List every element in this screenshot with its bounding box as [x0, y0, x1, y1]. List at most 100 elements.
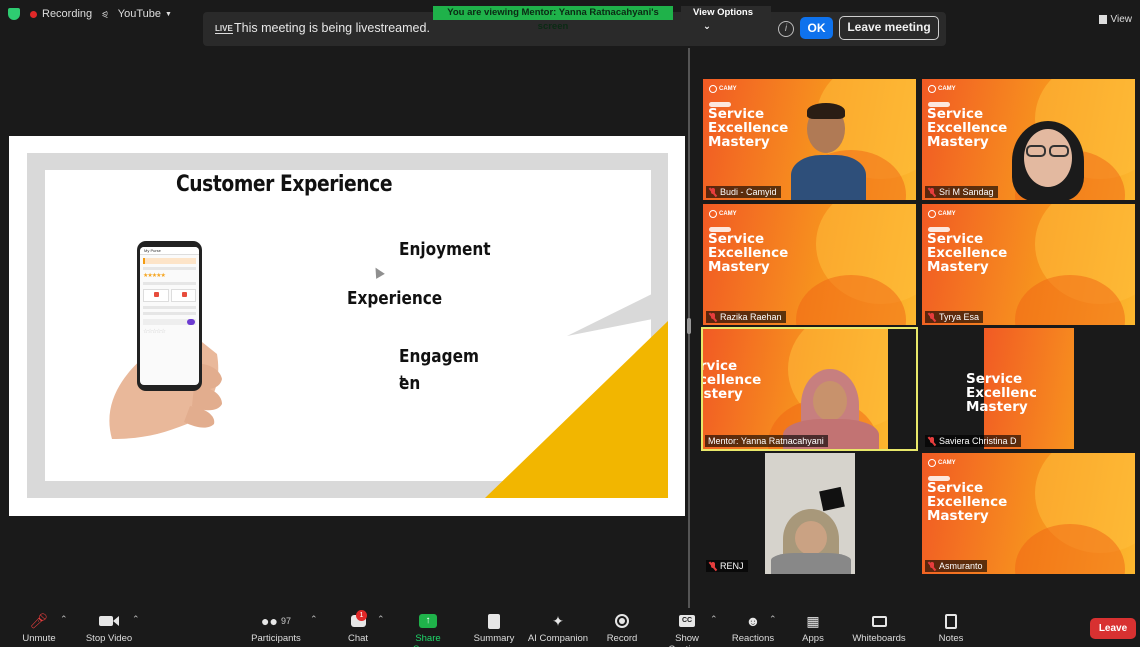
brand-label: CAMY	[938, 460, 956, 466]
video-tile[interactable]: CAMY Service Excellence Mastery Budi - C…	[703, 79, 916, 200]
camy-logo: CAMY	[709, 210, 737, 218]
notes-icon	[936, 612, 966, 630]
record-button[interactable]: Record	[605, 612, 639, 644]
share-screen-button[interactable]: ↑ Share Screen	[400, 612, 456, 647]
video-tile-active-speaker[interactable]: Service Excellence Mastery Mentor: Yanna…	[701, 327, 918, 451]
chat-options-caret-icon[interactable]: ⌃	[377, 614, 385, 625]
camy-logo-icon	[709, 210, 717, 218]
chat-unread-badge: 1	[356, 610, 367, 621]
background-title: Service Excellence Mastery	[966, 372, 1036, 414]
camy-logo: CAMY	[928, 85, 956, 93]
slide-word-engagement-tail: t	[399, 372, 407, 393]
camy-logo-icon	[928, 210, 936, 218]
ok-button[interactable]: OK	[800, 17, 833, 39]
view-options-button[interactable]: View Options ⌄	[681, 6, 771, 32]
video-options-caret-icon[interactable]: ⌃	[132, 614, 140, 625]
record-icon	[605, 612, 639, 630]
video-tile[interactable]: CAMY Service Excellence Mastery Sri M Sa…	[922, 79, 1135, 200]
camy-logo-icon	[928, 85, 936, 93]
slide-title: Customer Experience	[176, 172, 393, 197]
participant-name-tag: Saviera Christina D	[925, 435, 1021, 447]
phone-text-line	[143, 282, 196, 285]
phone-card	[170, 289, 196, 302]
reactions-options-caret-icon[interactable]: ⌃	[769, 614, 777, 625]
mic-muted-icon	[709, 312, 717, 322]
audio-options-caret-icon[interactable]: ⌃	[60, 614, 68, 625]
video-camera-icon	[84, 612, 134, 630]
brand-label: CAMY	[938, 211, 956, 217]
phone-text-line	[143, 267, 196, 270]
video-tile[interactable]: RENJ	[703, 453, 916, 574]
background-title-text: Service Excellence Mastery	[927, 480, 1008, 524]
participant-name: Asmuranto	[939, 561, 983, 571]
unmute-label: Unmute	[22, 633, 56, 644]
camy-logo-icon	[709, 85, 717, 93]
participant-name: Tyrya Esa	[939, 312, 980, 322]
participants-label: Participants	[251, 633, 301, 644]
participant-name: Sri M Sandag	[939, 187, 994, 197]
view-label: View	[1110, 14, 1133, 25]
livestream-message: This meeting is being livestreamed.	[234, 21, 430, 35]
apps-button[interactable]: ▦ Apps	[800, 612, 826, 645]
whiteboard-icon	[851, 612, 907, 630]
recording-indicator[interactable]: Recording	[30, 8, 92, 20]
whiteboards-button[interactable]: Whiteboards	[851, 612, 907, 644]
leave-meeting-button[interactable]: Leave meeting	[839, 16, 939, 40]
participants-button[interactable]: ●● 97 Participants	[250, 612, 302, 644]
phone-notice	[143, 258, 196, 264]
background-title: Service Excellence Mastery	[708, 107, 788, 149]
participant-name: Saviera Christina D	[939, 436, 1017, 446]
participant-video	[765, 453, 855, 574]
apps-icon: ▦	[806, 612, 820, 629]
background-title-text: Service Excellence Mastery	[927, 106, 1008, 150]
captions-options-caret-icon[interactable]: ⌃	[710, 614, 718, 625]
summary-button[interactable]: Summary	[472, 612, 516, 644]
captions-icon: CC	[656, 612, 718, 630]
participant-video	[791, 103, 871, 200]
mic-muted-icon	[709, 561, 717, 571]
youtube-label: YouTube	[117, 8, 162, 20]
leave-button[interactable]: Leave	[1090, 618, 1136, 639]
info-icon[interactable]: i	[778, 21, 794, 37]
view-icon	[1098, 15, 1107, 24]
participants-options-caret-icon[interactable]: ⌃	[310, 614, 318, 625]
shield-icon[interactable]	[8, 8, 20, 20]
video-tile[interactable]: CAMY Service Excellence Mastery Tyrya Es…	[922, 204, 1135, 325]
shared-screen: Customer Experience Enjoyment Experience…	[9, 136, 685, 516]
mic-muted-icon	[928, 561, 936, 571]
phone-card-row	[143, 289, 196, 302]
unmute-button[interactable]: 🎤︎ Unmute	[18, 612, 60, 644]
mic-muted-icon	[709, 187, 717, 197]
zoom-meeting-window: Recording ⪨ YouTube ▼ LIVE This meeting …	[0, 0, 1140, 647]
stop-video-label: Stop Video	[85, 633, 133, 644]
video-tile[interactable]: CAMY Service Excellence Mastery Razika R…	[703, 204, 916, 325]
phone-star-rating-icon: ☆☆☆☆☆	[143, 329, 166, 335]
show-captions-button[interactable]: CC Show Captions	[656, 612, 718, 647]
notes-button[interactable]: Notes	[936, 612, 966, 644]
slide-word-enjoyment: Enjoyment	[399, 239, 491, 260]
chat-button[interactable]: 1 Chat	[346, 610, 370, 644]
participants-icon: ●● 97	[261, 613, 291, 629]
live-badge: LIVE	[215, 24, 233, 34]
resize-handle[interactable]	[687, 318, 691, 334]
mic-muted-icon	[928, 312, 936, 322]
chat-icon: 1	[346, 610, 370, 630]
summary-label: Summary	[473, 633, 515, 644]
stop-video-button[interactable]: Stop Video	[84, 612, 134, 644]
brand-label: CAMY	[938, 86, 956, 92]
background-title: Service Excellence Mastery	[708, 232, 788, 274]
phone-star-rating-icon: ★★★★★	[143, 273, 166, 279]
view-options-label: View Options	[693, 7, 754, 18]
youtube-dropdown[interactable]: YouTube ▼	[118, 8, 172, 20]
share-screen-icon: ↑	[400, 612, 456, 630]
slide-word-experience: Experience	[347, 288, 443, 309]
background-title-text: Service Excellence Mastery	[708, 231, 789, 275]
camy-logo-icon	[928, 459, 936, 467]
phone-text-line	[143, 312, 196, 315]
share-screen-label: Share Screen	[413, 633, 443, 647]
ai-companion-button[interactable]: ✦ AI Companion	[527, 612, 589, 645]
video-tile[interactable]: CAMY Service Excellence Mastery Asmurant…	[922, 453, 1135, 574]
participant-video	[1004, 119, 1094, 200]
view-button[interactable]: View	[1098, 14, 1133, 25]
video-tile[interactable]: Service Excellence Mastery Saviera Chris…	[922, 328, 1135, 449]
